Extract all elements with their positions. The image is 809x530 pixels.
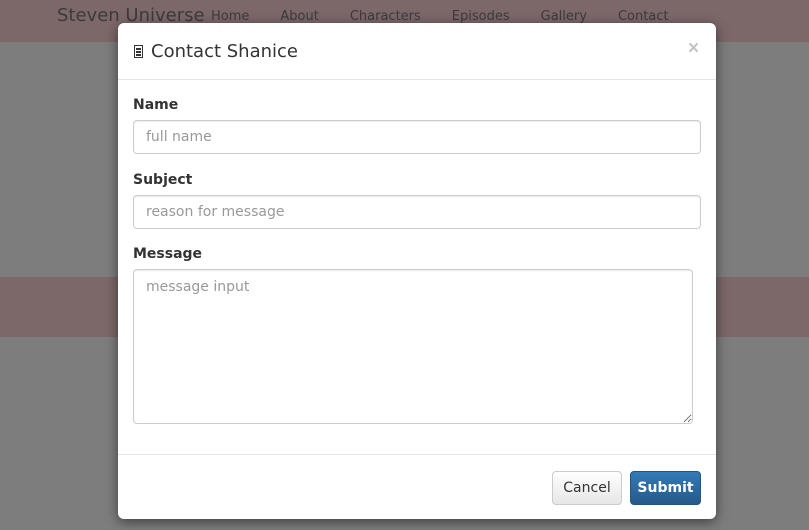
submit-button[interactable]: Submit [630,471,701,505]
contact-modal: Contact Shanice × Name Subject Message C… [118,23,716,519]
cancel-button[interactable]: Cancel [552,471,622,505]
close-icon[interactable]: × [688,39,699,58]
message-textarea[interactable] [133,269,693,424]
subject-label: Subject [133,172,193,188]
barcode-icon [134,45,143,58]
message-label: Message [133,246,203,262]
modal-header: Contact Shanice × [118,23,716,80]
modal-footer: Cancel Submit [118,454,716,519]
subject-input[interactable] [133,195,701,229]
name-input[interactable] [133,120,701,154]
modal-title: Contact Shanice [151,41,298,62]
name-label: Name [133,97,179,113]
